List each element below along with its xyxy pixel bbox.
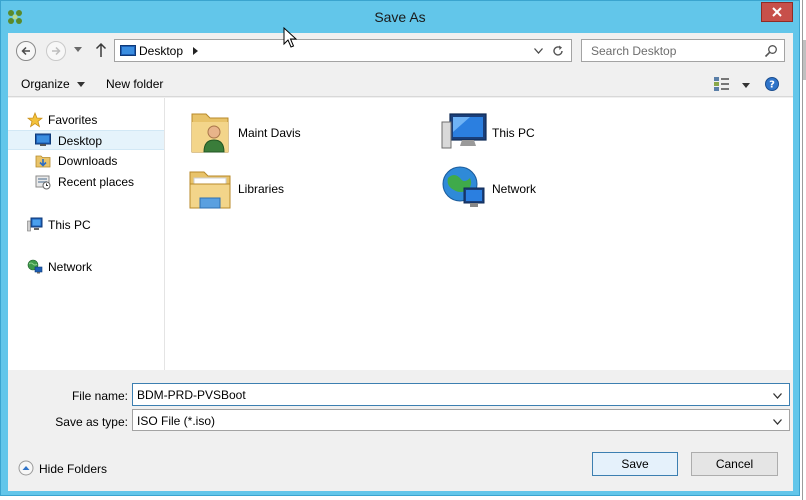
save-as-type-select[interactable]: ISO File (*.iso) — [132, 409, 790, 431]
search-icon[interactable] — [764, 44, 778, 58]
network-icon — [27, 259, 43, 274]
desktop-icon — [35, 133, 51, 146]
nav-item-this-pc[interactable]: This PC — [8, 215, 164, 235]
chevron-down-icon[interactable] — [773, 419, 782, 425]
breadcrumb-chevron-icon[interactable] — [193, 47, 198, 55]
nav-item-recent-places[interactable]: Recent places — [8, 172, 164, 192]
user-folder-icon — [191, 113, 229, 153]
file-name-value[interactable]: BDM-PRD-PVSBoot — [137, 388, 246, 402]
file-name-label: File name: — [71, 389, 128, 403]
libraries-icon — [189, 171, 231, 209]
nav-item-label: Network — [48, 260, 93, 274]
nav-item-network[interactable]: Network — [8, 257, 164, 277]
search-input[interactable]: Search Desktop — [591, 44, 676, 58]
computer-icon — [27, 217, 43, 232]
chevron-down-icon[interactable] — [742, 83, 750, 88]
chevron-down-icon[interactable] — [534, 48, 543, 54]
desktop-icon — [120, 45, 136, 56]
window-title: Save As — [374, 9, 426, 25]
save-button[interactable]: Save — [592, 452, 678, 476]
address-location[interactable]: Desktop — [139, 44, 183, 58]
svg-text:?: ? — [769, 80, 775, 91]
cancel-button[interactable]: Cancel — [691, 452, 778, 476]
downloads-icon — [35, 155, 51, 168]
nav-item-desktop[interactable]: Desktop — [8, 130, 164, 150]
item-label: Maint Davis — [238, 126, 301, 140]
refresh-icon[interactable] — [551, 44, 565, 58]
chevron-up-circle-icon — [18, 460, 34, 476]
list-item-maint-davis[interactable]: Maint Davis — [186, 108, 426, 160]
address-bar[interactable]: Desktop — [114, 39, 572, 62]
back-button[interactable] — [16, 41, 36, 61]
list-item-this-pc[interactable]: This PC — [440, 108, 680, 160]
new-folder-button[interactable]: New folder — [106, 77, 163, 91]
arrow-left-icon — [21, 46, 30, 56]
network-globe-icon — [442, 166, 485, 207]
browser-panes: Favorites Desktop Downloads Recent place… — [8, 98, 793, 370]
command-toolbar: Organize New folder ? — [8, 71, 793, 97]
nav-item-label: Favorites — [48, 113, 98, 127]
item-label: Libraries — [238, 182, 285, 196]
mouse-pointer-icon — [283, 27, 297, 48]
recent-locations-chevron-icon[interactable] — [74, 47, 82, 52]
view-options-icon[interactable] — [714, 77, 732, 91]
list-item-libraries[interactable]: Libraries — [186, 164, 426, 216]
nav-item-label: Downloads — [58, 154, 118, 168]
nav-item-label: This PC — [48, 218, 91, 232]
file-name-field[interactable]: BDM-PRD-PVSBoot — [132, 383, 790, 406]
save-as-type-value: ISO File (*.iso) — [137, 414, 216, 428]
close-button[interactable] — [761, 2, 793, 22]
search-box[interactable]: Search Desktop — [581, 39, 785, 62]
organize-button[interactable]: Organize — [21, 77, 70, 91]
arrow-right-icon — [52, 46, 61, 56]
nav-item-favorites[interactable]: Favorites — [8, 110, 164, 130]
nav-item-downloads[interactable]: Downloads — [8, 151, 164, 171]
star-icon — [27, 112, 43, 128]
chevron-down-icon[interactable] — [773, 393, 782, 399]
title-bar[interactable]: Save As — [1, 1, 799, 33]
nav-item-label: Desktop — [58, 134, 103, 148]
up-arrow-icon[interactable] — [95, 42, 107, 58]
nav-item-label: Recent places — [58, 175, 135, 189]
forward-button[interactable] — [46, 41, 66, 61]
item-label: Network — [492, 182, 537, 196]
dialog-body: Desktop Search Desktop Organize New fold… — [8, 33, 793, 491]
save-as-type-label: Save as type: — [55, 415, 128, 429]
save-as-dialog: Save As Desktop Search Desktop Organize … — [0, 0, 800, 496]
close-icon — [772, 7, 782, 17]
recent-places-icon — [35, 175, 51, 190]
hide-folders-label: Hide Folders — [39, 462, 108, 476]
computer-icon — [441, 113, 487, 149]
item-label: This PC — [492, 126, 535, 140]
help-icon[interactable]: ? — [765, 77, 779, 91]
file-list: Maint Davis This PC Libraries Network — [166, 98, 793, 370]
chevron-down-icon[interactable] — [77, 82, 85, 87]
list-item-network[interactable]: Network — [440, 164, 680, 216]
navigation-pane: Favorites Desktop Downloads Recent place… — [8, 98, 165, 370]
